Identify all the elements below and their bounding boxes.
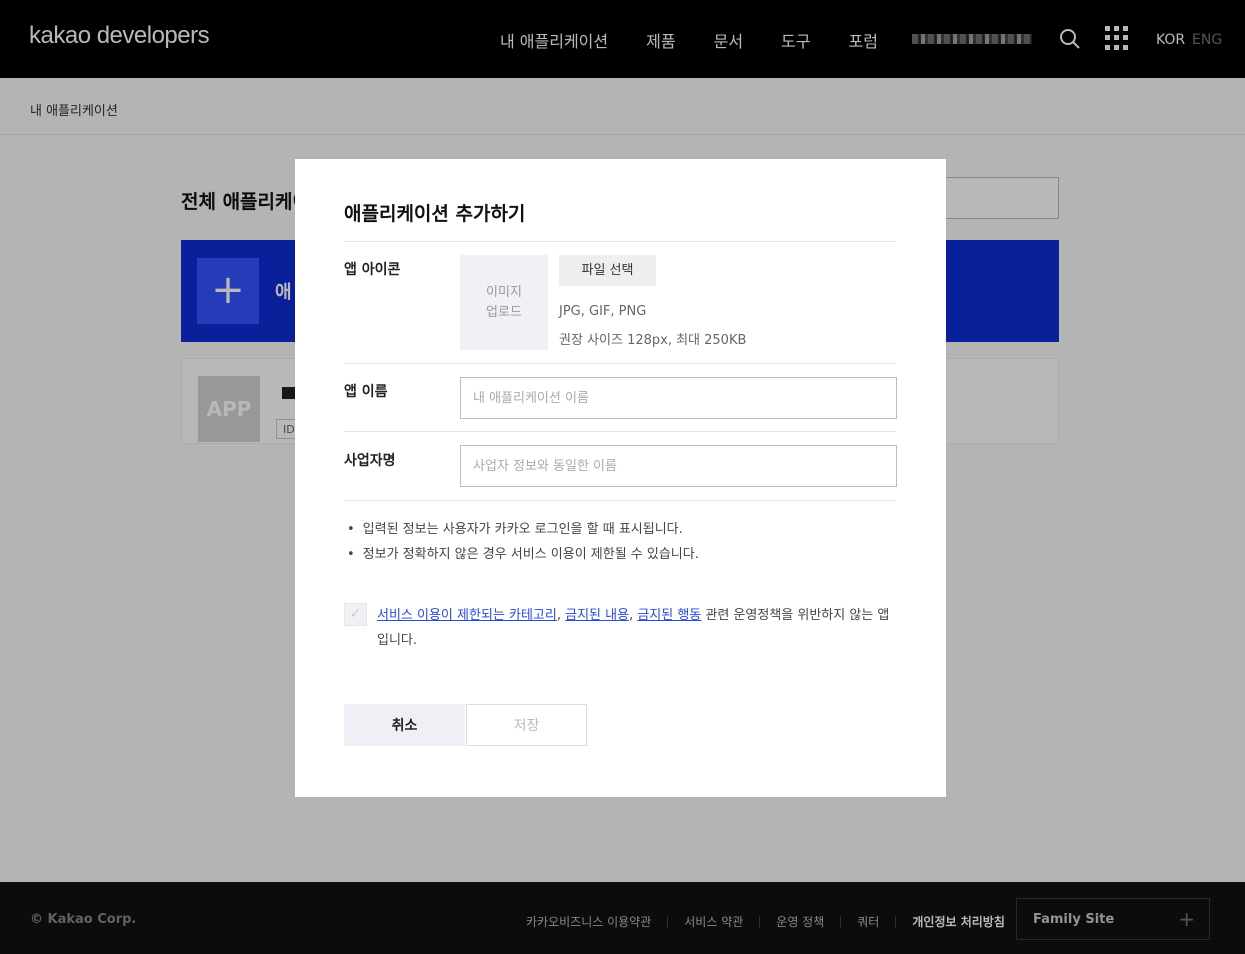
save-button[interactable]: 저장 bbox=[466, 704, 587, 746]
policy-agreement-text: 서비스 이용이 제한되는 카테고리, 금지된 내용, 금지된 행동 관련 운영정… bbox=[377, 603, 897, 653]
divider bbox=[344, 363, 896, 364]
cancel-button[interactable]: 취소 bbox=[344, 704, 465, 746]
prohibited-behavior-link[interactable]: 금지된 행동 bbox=[637, 608, 701, 623]
icon-upload-area[interactable]: 이미지 업로드 bbox=[460, 255, 548, 350]
file-select-button[interactable]: 파일 선택 bbox=[559, 255, 656, 286]
modal-title: 애플리케이션 추가하기 bbox=[344, 203, 526, 225]
divider bbox=[344, 500, 896, 501]
notice-item: 입력된 정보는 사용자가 카카오 로그인을 할 때 표시됩니다. bbox=[347, 518, 683, 537]
divider bbox=[344, 431, 896, 432]
app-name-input[interactable] bbox=[460, 377, 897, 419]
add-application-modal: 애플리케이션 추가하기 앱 아이콘 이미지 업로드 파일 선택 JPG, GIF… bbox=[295, 159, 946, 797]
policy-separator: , bbox=[556, 608, 566, 623]
company-name-label: 사업자명 bbox=[344, 453, 396, 469]
icon-format-hint: JPG, GIF, PNG bbox=[559, 304, 647, 319]
icon-size-hint: 권장 사이즈 128px, 최대 250KB bbox=[559, 333, 747, 348]
divider bbox=[344, 241, 896, 242]
restricted-category-link[interactable]: 서비스 이용이 제한되는 카테고리 bbox=[377, 608, 557, 623]
notice-item: 정보가 정확하지 않은 경우 서비스 이용이 제한될 수 있습니다. bbox=[347, 543, 699, 562]
company-name-input[interactable] bbox=[460, 445, 897, 487]
prohibited-content-link[interactable]: 금지된 내용 bbox=[565, 608, 629, 623]
policy-agree-checkbox[interactable]: ✓ bbox=[344, 603, 367, 626]
app-icon-label: 앱 아이콘 bbox=[344, 262, 401, 278]
app-name-label: 앱 이름 bbox=[344, 384, 388, 400]
